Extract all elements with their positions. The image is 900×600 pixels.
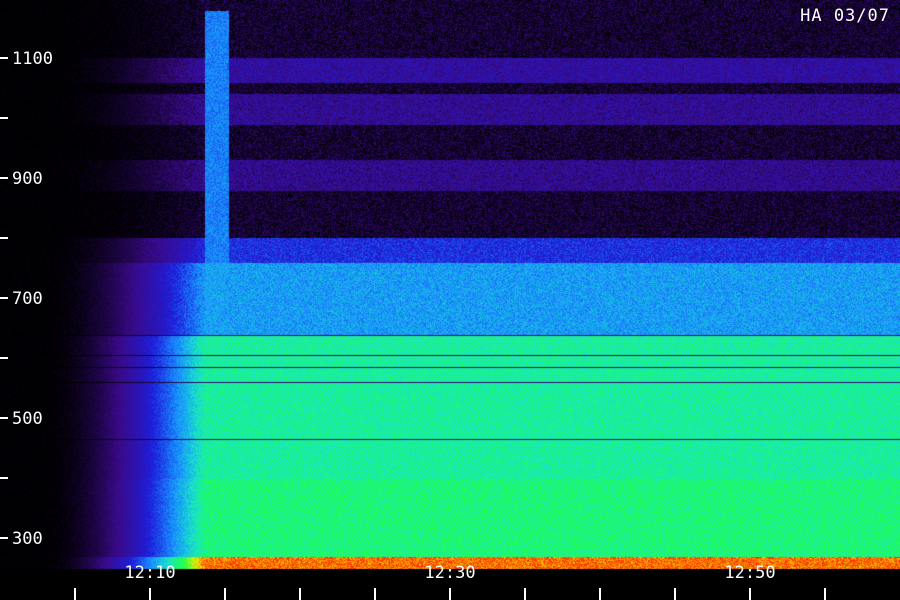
station-date-label: HA 03/07 xyxy=(800,6,890,26)
y-tick-label: 300 xyxy=(12,529,43,549)
axes-overlay: 1100 900 700 500 300 12:10 12:30 12:50 xyxy=(0,49,826,600)
y-tick-label: 500 xyxy=(12,409,43,429)
x-axis: 12:10 12:30 12:50 xyxy=(74,563,826,600)
x-tick-label: 12:30 xyxy=(424,563,475,583)
y-axis: 1100 900 700 500 300 xyxy=(0,49,53,549)
x-tick-label: 12:50 xyxy=(724,563,775,583)
y-tick-label: 1100 xyxy=(12,49,53,69)
y-tick-label: 700 xyxy=(12,289,43,309)
y-tick-label: 900 xyxy=(12,169,43,189)
x-tick-label: 12:10 xyxy=(124,563,175,583)
